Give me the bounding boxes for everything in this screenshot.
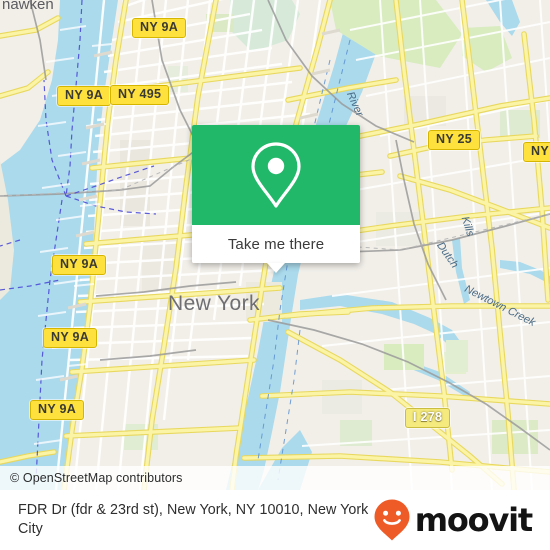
footer-bar: FDR Dr (fdr & 23rd st), New York, NY 100… bbox=[0, 490, 550, 550]
moovit-logo[interactable]: moovit bbox=[372, 498, 533, 542]
shield-ny-9a-mid[interactable]: NY 9A bbox=[52, 255, 107, 275]
shield-ny-9a-south[interactable]: NY 9A bbox=[30, 400, 85, 420]
moovit-map-screenshot: nawken New York River Kills Dutch Newtow… bbox=[0, 0, 550, 550]
shield-ny-9a-north[interactable]: NY 9A bbox=[132, 18, 187, 38]
shield-ny-2-edge[interactable]: NY 2 bbox=[523, 142, 550, 162]
take-me-there-label: Take me there bbox=[227, 235, 325, 253]
osm-attribution-text[interactable]: © OpenStreetMap contributors bbox=[0, 471, 183, 485]
shield-ny-25[interactable]: NY 25 bbox=[428, 130, 481, 150]
shield-ny-9a-upper[interactable]: NY 9A bbox=[57, 86, 112, 106]
moovit-wordmark: moovit bbox=[414, 501, 533, 539]
map-attribution-bar: © OpenStreetMap contributors bbox=[0, 466, 550, 490]
map-pin-icon bbox=[251, 142, 301, 208]
shield-ny-9a-lower[interactable]: NY 9A bbox=[43, 328, 98, 348]
moovit-pin-smiley-icon bbox=[374, 499, 410, 541]
card-footer[interactable]: Take me there bbox=[192, 225, 360, 263]
card-header-green bbox=[192, 125, 360, 225]
shield-i-278[interactable]: I 278 bbox=[405, 408, 451, 428]
shield-ny-495[interactable]: NY 495 bbox=[110, 85, 170, 105]
address-text: FDR Dr (fdr & 23rd st), New York, NY 100… bbox=[18, 502, 369, 537]
card-pointer-tail bbox=[267, 263, 285, 273]
map-canvas[interactable]: nawken New York River Kills Dutch Newtow… bbox=[0, 0, 550, 490]
take-me-there-card[interactable]: Take me there bbox=[192, 125, 360, 273]
